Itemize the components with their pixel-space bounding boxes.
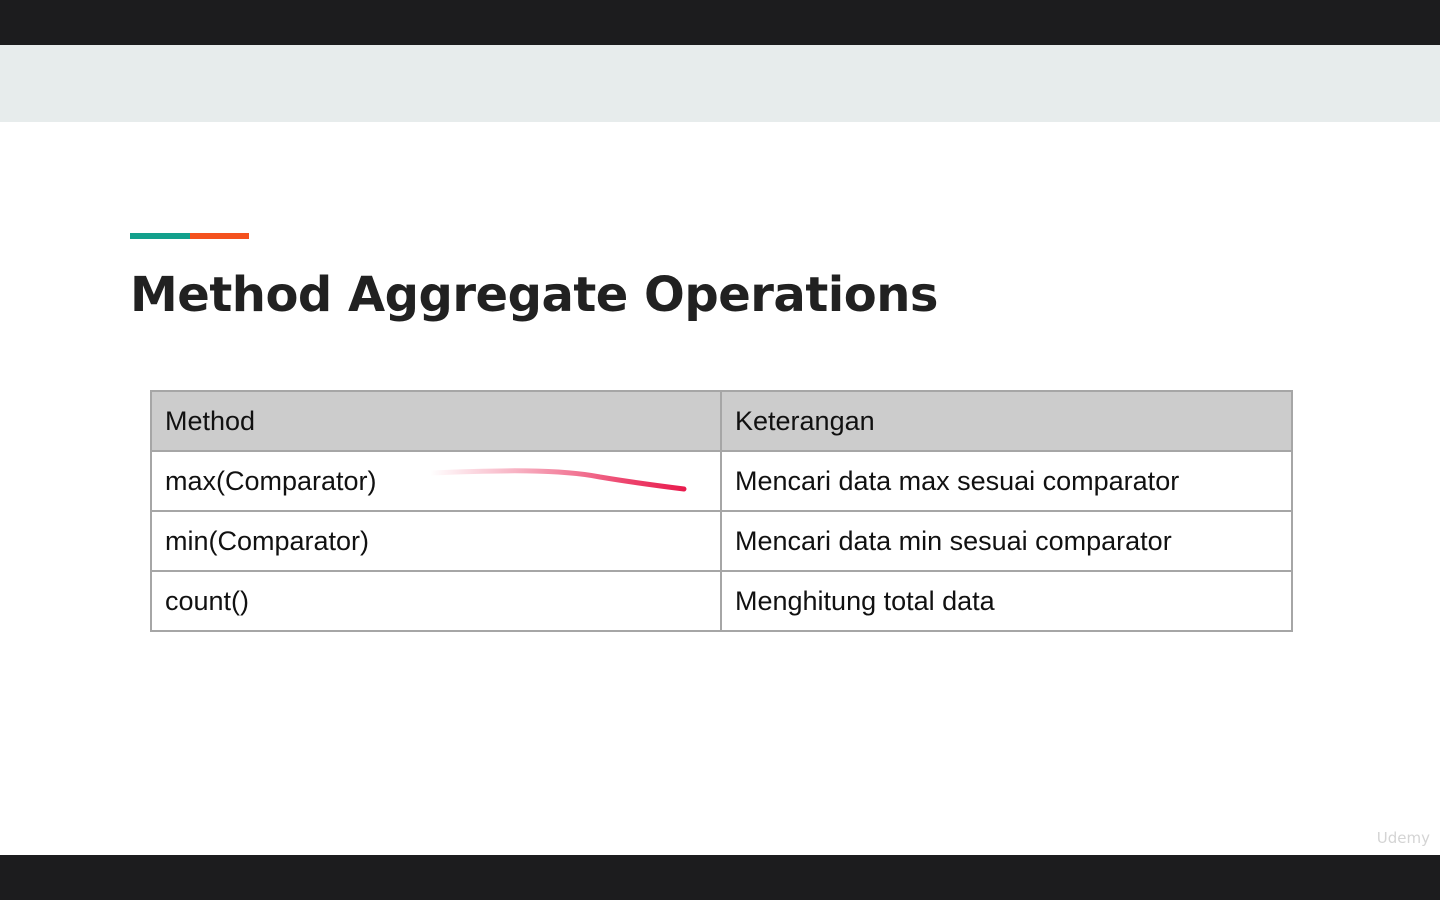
method-cell: max(Comparator) [150,450,722,512]
accent-teal-segment [130,233,190,239]
description-cell: Mencari data min sesuai comparator [720,510,1293,572]
title-accent-line [130,233,249,239]
table-header-row: Method Keterangan [150,390,1293,452]
bottom-letterbox-bar [0,855,1440,900]
top-letterbox-bar [0,0,1440,45]
table-row: min(Comparator) Mencari data min sesuai … [150,510,1293,572]
udemy-watermark: Udemy [1376,829,1430,847]
description-cell: Mencari data max sesuai comparator [720,450,1293,512]
table-row: max(Comparator) Mencari data max sesuai … [150,450,1293,512]
description-cell: Menghitung total data [720,570,1293,632]
slide-header-band [0,45,1440,122]
header-keterangan: Keterangan [720,390,1293,452]
slide-title: Method Aggregate Operations [130,267,938,323]
method-cell: min(Comparator) [150,510,722,572]
header-method: Method [150,390,722,452]
table-row: count() Menghitung total data [150,570,1293,632]
methods-table-container: Method Keterangan max(Comparator) Mencar… [150,390,1293,632]
method-cell: count() [150,570,722,632]
methods-table: Method Keterangan max(Comparator) Mencar… [150,390,1293,632]
accent-orange-segment [190,233,249,239]
presentation-slide: Method Aggregate Operations Method Keter… [0,45,1440,855]
